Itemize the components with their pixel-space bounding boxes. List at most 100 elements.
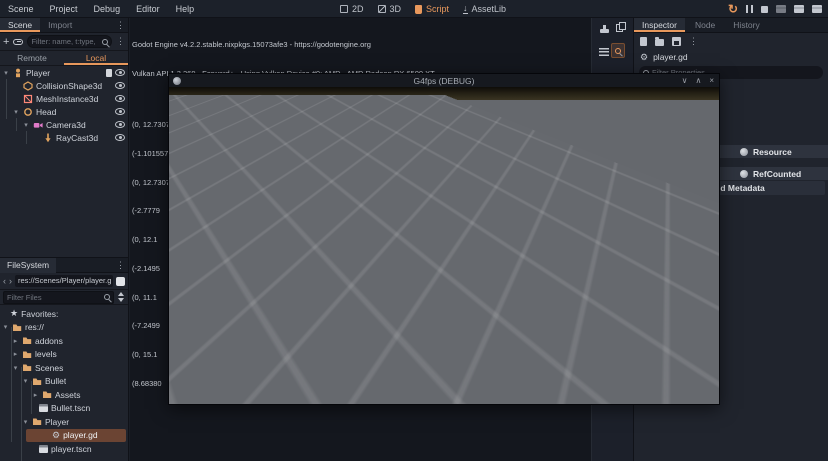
- tab-history[interactable]: History: [725, 18, 767, 32]
- star-icon: ★: [10, 308, 18, 319]
- expand-icon[interactable]: ▸: [12, 337, 19, 345]
- sort-icon[interactable]: [117, 292, 125, 302]
- menu-help[interactable]: Help: [168, 0, 203, 18]
- inspected-object-row[interactable]: ⚙ player.gd: [634, 50, 828, 64]
- fs-row-assets[interactable]: ▸ Assets: [0, 388, 128, 402]
- collapse-icon[interactable]: ▾: [22, 377, 29, 385]
- local-tab[interactable]: Local: [64, 51, 128, 65]
- node-label: Head: [36, 107, 56, 117]
- filesystem-header: FileSystem ⋮: [0, 258, 128, 273]
- tab-2d[interactable]: 2D: [340, 4, 364, 14]
- replay-button[interactable]: ↻: [728, 3, 738, 15]
- tab-assetlib-label: AssetLib: [472, 4, 507, 14]
- fs-label: Bullet.tscn: [51, 403, 90, 413]
- bullet-decal-dot: [411, 253, 414, 256]
- nav-back-icon[interactable]: ‹: [3, 276, 6, 286]
- tab-assetlib[interactable]: ↓AssetLib: [463, 4, 506, 14]
- attached-script-icon[interactable]: [106, 69, 112, 77]
- pause-button[interactable]: [746, 5, 753, 13]
- visibility-eye-icon[interactable]: [115, 82, 125, 89]
- fs-row-player-tscn[interactable]: player.tscn: [0, 442, 128, 456]
- tree-row-player[interactable]: ▾ Player: [0, 66, 128, 79]
- refcounted-icon: [740, 170, 748, 178]
- tree-guide: [26, 131, 27, 144]
- tab-3d-label: 3D: [390, 4, 402, 14]
- filter-messages-button[interactable]: [598, 46, 610, 58]
- scene-filter-input[interactable]: [31, 37, 100, 46]
- tab-inspector[interactable]: Inspector: [634, 18, 685, 32]
- scene-toolbar-menu-icon[interactable]: ⋮: [116, 36, 125, 47]
- filesystem-menu-icon[interactable]: ⋮: [116, 260, 128, 271]
- close-icon[interactable]: ×: [709, 76, 714, 85]
- file-filter: [3, 291, 114, 304]
- folder-icon: [42, 390, 52, 399]
- fs-row-levels[interactable]: ▸ levels: [0, 348, 128, 362]
- breadcrumb-path[interactable]: res://Scenes/Player/player.g: [15, 275, 113, 287]
- tree-row-collisionshape3d[interactable]: CollisionShape3d: [0, 79, 128, 92]
- clear-output-button[interactable]: [598, 23, 610, 35]
- game-window-titlebar[interactable]: G4fps (DEBUG) ∨ ∧ ×: [169, 74, 719, 87]
- fs-row-bullet-tscn[interactable]: Bullet.tscn: [0, 402, 128, 416]
- fs-row-favorites[interactable]: ★ Favorites:: [0, 307, 128, 321]
- window-controls: ∨ ∧ ×: [682, 74, 714, 87]
- minimize-icon[interactable]: ∨: [682, 76, 688, 85]
- copy-output-button[interactable]: [613, 22, 625, 34]
- play-custom-scene-button[interactable]: [794, 5, 804, 13]
- visibility-eye-icon[interactable]: [115, 108, 125, 115]
- collapse-icon[interactable]: ▾: [12, 108, 20, 116]
- filesystem-filter-row: [0, 290, 128, 305]
- collapse-icon[interactable]: ▾: [22, 121, 30, 129]
- movie-maker-button[interactable]: [812, 5, 822, 13]
- nav-forward-icon[interactable]: ›: [9, 276, 12, 286]
- tab-node[interactable]: Node: [687, 18, 723, 32]
- menu-project[interactable]: Project: [42, 0, 86, 18]
- visibility-eye-icon[interactable]: [115, 121, 125, 128]
- scene-dock-menu-icon[interactable]: ⋮: [116, 18, 128, 32]
- collapse-icon[interactable]: ▾: [2, 323, 9, 331]
- fs-row-player-folder[interactable]: ▾ Player: [0, 415, 128, 429]
- remote-local-switch: Remote Local: [0, 51, 128, 66]
- new-resource-icon[interactable]: [640, 37, 647, 46]
- fs-row-addons[interactable]: ▸ addons: [0, 334, 128, 348]
- search-output-button[interactable]: [611, 43, 625, 58]
- fs-row-player-gd[interactable]: ⚙ player.gd: [26, 429, 126, 443]
- fs-row-scenes[interactable]: ▾ Scenes: [0, 361, 128, 375]
- expand-icon[interactable]: ▸: [32, 391, 39, 399]
- search-icon: [104, 294, 110, 300]
- file-filter-input[interactable]: [7, 293, 102, 302]
- visibility-eye-icon[interactable]: [115, 69, 125, 76]
- fs-row-res[interactable]: ▾ res://: [0, 321, 128, 335]
- fs-label: res://: [25, 322, 44, 332]
- tree-row-head[interactable]: ▾ Head: [0, 105, 128, 118]
- maximize-icon[interactable]: ∧: [695, 76, 701, 85]
- menu-editor[interactable]: Editor: [128, 0, 168, 18]
- save-resource-icon[interactable]: [672, 37, 681, 46]
- inspector-menu-icon[interactable]: ⋮: [689, 36, 698, 47]
- tab-script[interactable]: Script: [415, 4, 449, 14]
- tree-row-camera3d[interactable]: ▾ Camera3d: [0, 118, 128, 131]
- collapse-icon[interactable]: ▾: [12, 364, 19, 372]
- tab-scene[interactable]: Scene: [0, 18, 40, 32]
- menu-scene[interactable]: Scene: [0, 0, 42, 18]
- remote-tab[interactable]: Remote: [0, 51, 64, 65]
- game-viewport[interactable]: [169, 87, 719, 404]
- instance-scene-icon[interactable]: [13, 39, 23, 45]
- fs-row-bullet[interactable]: ▾ Bullet: [0, 375, 128, 389]
- play-scene-button[interactable]: [776, 5, 786, 13]
- tab-import[interactable]: Import: [40, 18, 80, 32]
- collapse-icon[interactable]: ▾: [22, 418, 29, 426]
- tree-row-raycast3d[interactable]: RayCast3d: [0, 131, 128, 144]
- tree-row-meshinstance3d[interactable]: MeshInstance3d: [0, 92, 128, 105]
- expand-icon[interactable]: ▸: [12, 350, 19, 358]
- toggle-split-icon[interactable]: [116, 277, 125, 286]
- visibility-eye-icon[interactable]: [115, 134, 125, 141]
- visibility-eye-icon[interactable]: [115, 95, 125, 102]
- tab-filesystem[interactable]: FileSystem: [0, 258, 56, 273]
- load-resource-icon[interactable]: [655, 39, 664, 46]
- stop-button[interactable]: [761, 6, 768, 13]
- add-node-button[interactable]: +: [3, 37, 9, 47]
- collapse-icon[interactable]: ▾: [2, 69, 10, 77]
- fs-label: addons: [35, 336, 63, 346]
- menu-debug[interactable]: Debug: [86, 0, 129, 18]
- tab-3d[interactable]: 3D: [378, 4, 402, 14]
